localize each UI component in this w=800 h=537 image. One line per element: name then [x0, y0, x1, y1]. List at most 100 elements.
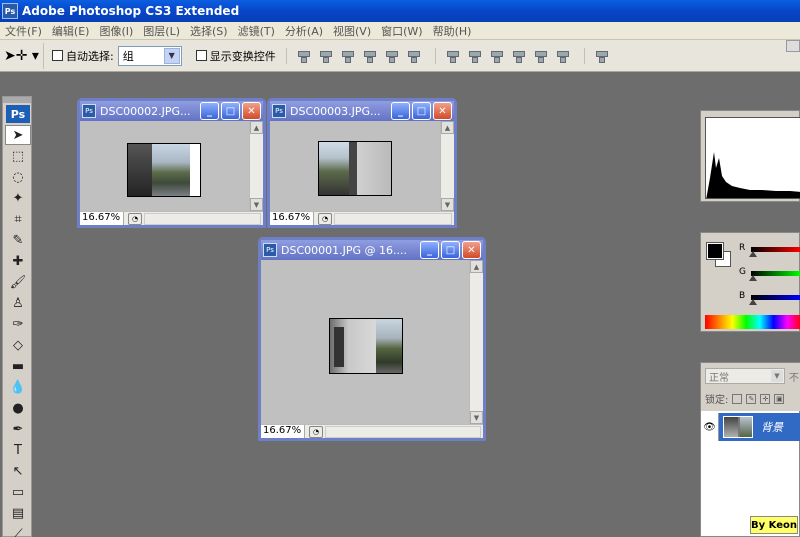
menu-file[interactable]: 文件(F) — [0, 23, 47, 39]
align-right-icon[interactable] — [406, 48, 422, 64]
align-top-icon[interactable] — [296, 48, 312, 64]
distribute-right-icon[interactable] — [555, 48, 571, 64]
menu-window[interactable]: 窗口(W) — [376, 23, 427, 39]
document-canvas[interactable] — [80, 121, 249, 211]
dodge-tool-icon[interactable]: ● — [5, 398, 31, 418]
scroll-down-icon[interactable]: ▼ — [470, 411, 483, 424]
zoom-level[interactable]: 16.67% — [80, 212, 124, 225]
align-left-icon[interactable] — [362, 48, 378, 64]
healing-brush-tool-icon[interactable]: ✚ — [5, 251, 31, 271]
close-icon[interactable]: ✕ — [242, 102, 261, 120]
close-icon[interactable]: ✕ — [433, 102, 452, 120]
menu-help[interactable]: 帮助(H) — [428, 23, 477, 39]
path-selection-tool-icon[interactable]: ↖ — [5, 461, 31, 481]
lock-transparency-icon[interactable] — [732, 393, 743, 404]
blend-mode-dropdown[interactable]: 正常 ▼ — [705, 368, 785, 384]
menu-analysis[interactable]: 分析(A) — [280, 23, 328, 39]
minimize-icon[interactable]: _ — [420, 241, 439, 259]
align-bottom-icon[interactable] — [340, 48, 356, 64]
gradient-tool-icon[interactable]: ▬ — [5, 356, 31, 376]
distribute-hcenter-icon[interactable] — [533, 48, 549, 64]
document-titlebar[interactable]: Ps DSC00002.JPG... _ □ ✕ — [80, 101, 263, 121]
align-vcenter-icon[interactable] — [318, 48, 334, 64]
clone-stamp-tool-icon[interactable]: ♙ — [5, 293, 31, 313]
horizontal-scrollbar[interactable] — [144, 212, 261, 225]
minimize-icon[interactable]: _ — [391, 102, 410, 120]
auto-select-checkbox-box[interactable] — [52, 50, 63, 61]
document-titlebar[interactable]: Ps DSC00003.JPG... _ □ ✕ — [270, 101, 454, 121]
document-window-dsc00003[interactable]: Ps DSC00003.JPG... _ □ ✕ ▲ ▼ 16.67% ◔ — [267, 98, 457, 228]
scroll-down-icon[interactable]: ▼ — [250, 198, 263, 211]
green-slider[interactable] — [751, 271, 800, 276]
maximize-icon[interactable]: □ — [221, 102, 240, 120]
align-hcenter-icon[interactable] — [384, 48, 400, 64]
auto-align-layers-icon[interactable] — [594, 48, 610, 64]
red-slider[interactable] — [751, 247, 800, 252]
toolbox-grip[interactable] — [3, 97, 31, 103]
menu-image[interactable]: 图像(I) — [94, 23, 138, 39]
vertical-scrollbar[interactable]: ▲ ▼ — [469, 260, 483, 424]
distribute-top-icon[interactable] — [445, 48, 461, 64]
lock-all-icon[interactable]: ▣ — [774, 393, 785, 404]
chevron-down-icon[interactable]: ▼ — [163, 47, 180, 64]
menu-select[interactable]: 选择(S) — [185, 23, 233, 39]
move-tool-icon[interactable]: ➤ — [5, 125, 31, 145]
maximize-icon[interactable]: □ — [441, 241, 460, 259]
menu-edit[interactable]: 编辑(E) — [47, 23, 95, 39]
notes-tool-icon[interactable]: ▤ — [5, 503, 31, 523]
scroll-up-icon[interactable]: ▲ — [250, 121, 263, 134]
minimize-icon[interactable]: _ — [200, 102, 219, 120]
history-brush-tool-icon[interactable]: ✑ — [5, 314, 31, 334]
document-canvas[interactable] — [261, 260, 469, 424]
blue-slider-thumb[interactable] — [749, 299, 757, 305]
lock-position-icon[interactable]: ✛ — [760, 393, 771, 404]
close-icon[interactable]: ✕ — [462, 241, 481, 259]
rectangle-tool-icon[interactable]: ▭ — [5, 482, 31, 502]
move-tool-preset-icon[interactable]: ➤✛ ▾ — [0, 42, 44, 69]
brush-tool-icon[interactable]: 🖌 — [5, 272, 31, 292]
palette-well-icon[interactable] — [786, 40, 800, 52]
menu-filter[interactable]: 滤镜(T) — [233, 23, 280, 39]
type-tool-icon[interactable]: T — [5, 440, 31, 460]
menu-layer[interactable]: 图层(L) — [138, 23, 185, 39]
zoom-level[interactable]: 16.67% — [261, 425, 305, 438]
magic-wand-tool-icon[interactable]: ✦ — [5, 188, 31, 208]
eyedropper-tool-icon[interactable]: ⟋ — [5, 524, 31, 537]
menu-view[interactable]: 视图(V) — [328, 23, 376, 39]
distribute-vcenter-icon[interactable] — [467, 48, 483, 64]
slice-tool-icon[interactable]: ✎ — [5, 230, 31, 250]
vertical-scrollbar[interactable]: ▲ ▼ — [440, 121, 454, 211]
auto-select-dropdown[interactable]: 组 ▼ — [117, 45, 182, 66]
blur-tool-icon[interactable]: 💧 — [5, 377, 31, 397]
maximize-icon[interactable]: □ — [412, 102, 431, 120]
layer-row-background[interactable]: 👁 背景 — [701, 413, 800, 441]
show-transform-checkbox[interactable]: 显示变换控件 — [195, 48, 276, 64]
vertical-scrollbar[interactable]: ▲ ▼ — [249, 121, 263, 211]
auto-select-checkbox[interactable]: 自动选择: — [52, 48, 114, 64]
distribute-bottom-icon[interactable] — [489, 48, 505, 64]
scroll-down-icon[interactable]: ▼ — [441, 198, 454, 211]
blue-slider[interactable] — [751, 295, 800, 300]
eraser-tool-icon[interactable]: ◇ — [5, 335, 31, 355]
eye-icon[interactable]: 👁 — [701, 413, 719, 441]
marquee-tool-icon[interactable]: ⬚ — [5, 146, 31, 166]
lock-paint-icon[interactable]: ✎ — [746, 393, 757, 404]
crop-tool-icon[interactable]: ⌗ — [5, 209, 31, 229]
green-slider-thumb[interactable] — [749, 275, 757, 281]
distribute-left-icon[interactable] — [511, 48, 527, 64]
red-slider-thumb[interactable] — [749, 251, 757, 257]
document-window-dsc00002[interactable]: Ps DSC00002.JPG... _ □ ✕ ▲ ▼ 16.67% ◔ — [77, 98, 266, 228]
pen-tool-icon[interactable]: ✒ — [5, 419, 31, 439]
color-spectrum-ramp[interactable] — [705, 315, 800, 329]
status-menu-icon[interactable]: ◔ — [318, 212, 332, 225]
document-canvas[interactable] — [270, 121, 440, 211]
horizontal-scrollbar[interactable] — [334, 212, 452, 225]
lasso-tool-icon[interactable]: ◌ — [5, 167, 31, 187]
foreground-color-swatch[interactable] — [706, 242, 724, 260]
document-window-dsc00001[interactable]: Ps DSC00001.JPG @ 16.... _ □ ✕ ▲ ▼ 16.67… — [258, 237, 486, 441]
document-titlebar[interactable]: Ps DSC00001.JPG @ 16.... _ □ ✕ — [261, 240, 483, 260]
show-transform-checkbox-box[interactable] — [195, 50, 207, 61]
chevron-down-icon[interactable]: ▼ — [771, 370, 783, 382]
horizontal-scrollbar[interactable] — [325, 425, 481, 438]
zoom-level[interactable]: 16.67% — [270, 212, 314, 225]
